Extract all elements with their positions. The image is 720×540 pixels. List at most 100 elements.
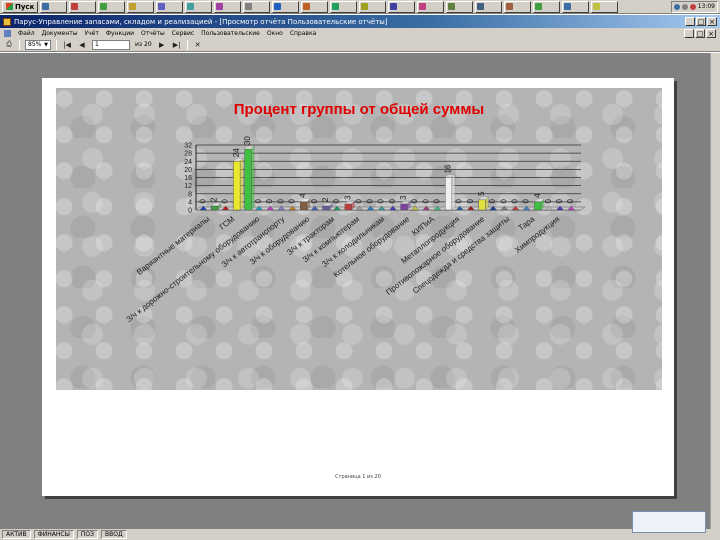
- close-button[interactable]: ×: [707, 17, 717, 26]
- taskbar-button[interactable]: [417, 0, 445, 13]
- app-icon: [477, 3, 485, 10]
- page-footer: Страница 1 из 20: [335, 474, 381, 480]
- status-cell-input: ВВОД: [101, 530, 127, 539]
- prev-page-button[interactable]: ◀: [77, 40, 87, 50]
- data-label: 3: [399, 195, 408, 200]
- app-icon: [448, 3, 456, 10]
- y-tick-label: 32: [184, 143, 192, 150]
- data-label: 0: [388, 199, 397, 204]
- language-icon[interactable]: [689, 3, 696, 10]
- page-number-input[interactable]: 1: [92, 39, 130, 50]
- y-tick-label: 20: [184, 167, 192, 174]
- taskbar-button[interactable]: [388, 0, 416, 13]
- menu-bar: Файл Документы Учёт Функции Отчёты Серви…: [0, 28, 720, 38]
- y-tick-label: 0: [188, 208, 192, 215]
- mdi-minimize-button[interactable]: _: [684, 28, 694, 38]
- bar: [400, 203, 408, 211]
- data-label: 0: [466, 199, 475, 204]
- app-icon: [593, 3, 601, 10]
- data-label: 0: [488, 199, 497, 204]
- status-cell-mode: АКТИВ: [2, 530, 31, 539]
- start-button-label: Пуск: [15, 2, 35, 11]
- taskbar-button[interactable]: [330, 0, 358, 13]
- taskbar-buttons: [40, 0, 619, 13]
- minimize-button[interactable]: _: [685, 17, 695, 26]
- data-label: 0: [265, 199, 274, 204]
- status-cell-position: ПОЗ: [76, 530, 98, 539]
- vertical-scrollbar[interactable]: [710, 53, 720, 529]
- app-icon: [216, 3, 224, 10]
- toolbar-separator: [186, 39, 188, 50]
- mdi-restore-button[interactable]: □: [695, 28, 705, 38]
- tray-clock[interactable]: 13:09: [698, 3, 715, 10]
- taskbar-button[interactable]: [591, 0, 619, 13]
- app-icon: [71, 3, 79, 10]
- print-icon[interactable]: ⎙: [4, 40, 14, 50]
- data-label: 4: [299, 193, 308, 198]
- taskbar-button[interactable]: [214, 0, 242, 13]
- menu-item-custom[interactable]: Пользовательские: [201, 30, 260, 37]
- next-page-button[interactable]: ▶: [157, 40, 167, 50]
- app-icon: [187, 3, 195, 10]
- data-label: 0: [354, 199, 363, 204]
- taskbar-button[interactable]: [185, 0, 213, 13]
- menu-item-functions[interactable]: Функции: [106, 30, 134, 37]
- data-label: 0: [198, 199, 207, 204]
- app-icon: [361, 3, 369, 10]
- taskbar-button[interactable]: [243, 0, 271, 13]
- window-title-bar[interactable]: Парус-Управление запасами, складом и реа…: [0, 15, 720, 28]
- data-label: 0: [566, 199, 575, 204]
- app-icon[interactable]: [3, 17, 11, 26]
- data-label: 0: [366, 199, 375, 204]
- taskbar-button[interactable]: [475, 0, 503, 13]
- app-icon: [129, 3, 137, 10]
- windows-logo-icon: [6, 3, 13, 10]
- page-total-label: из 20: [135, 41, 152, 48]
- data-label: 3: [343, 195, 352, 200]
- document-icon[interactable]: [4, 29, 11, 37]
- taskbar-button[interactable]: [272, 0, 300, 13]
- taskbar-button[interactable]: [562, 0, 590, 13]
- taskbar-button[interactable]: [533, 0, 561, 13]
- notification-popup[interactable]: [632, 511, 706, 533]
- taskbar-button[interactable]: [504, 0, 532, 13]
- start-button[interactable]: Пуск: [2, 0, 39, 13]
- mdi-close-button[interactable]: ×: [706, 28, 716, 38]
- menu-item-accounting[interactable]: Учёт: [84, 30, 98, 37]
- taskbar-button[interactable]: [359, 0, 387, 13]
- taskbar-button[interactable]: [69, 0, 97, 13]
- data-label: 0: [221, 199, 230, 204]
- taskbar-button[interactable]: [127, 0, 155, 13]
- app-icon: [419, 3, 427, 10]
- app-icon: [564, 3, 572, 10]
- taskbar-button[interactable]: [446, 0, 474, 13]
- first-page-button[interactable]: |◀: [62, 40, 72, 50]
- bar: [344, 203, 352, 211]
- app-icon: [100, 3, 108, 10]
- close-preview-button[interactable]: ✕: [193, 40, 203, 50]
- menu-item-help[interactable]: Справка: [290, 30, 316, 37]
- volume-icon[interactable]: [681, 3, 688, 10]
- category-label: Химпродукция: [513, 214, 561, 254]
- taskbar-button[interactable]: [156, 0, 184, 13]
- menu-item-service[interactable]: Сервис: [172, 30, 194, 37]
- y-tick-label: 4: [188, 199, 192, 206]
- network-icon[interactable]: [673, 3, 680, 10]
- menu-item-reports[interactable]: Отчёты: [141, 30, 165, 37]
- app-icon: [42, 3, 50, 10]
- last-page-button[interactable]: ▶|: [172, 40, 182, 50]
- data-label: 0: [332, 199, 341, 204]
- taskbar-button[interactable]: [98, 0, 126, 13]
- chart-area: Процент группы от общей суммы 0 4 8 12 16 20 24…: [56, 88, 662, 390]
- menu-item-window[interactable]: Окно: [267, 30, 283, 37]
- data-label: 0: [555, 199, 564, 204]
- data-label: 0: [522, 199, 531, 204]
- menu-item-documents[interactable]: Документы: [42, 30, 78, 37]
- taskbar-button[interactable]: [301, 0, 329, 13]
- data-label: 4: [533, 193, 542, 198]
- zoom-select[interactable]: 85% ▼: [25, 39, 51, 50]
- menu-item-file[interactable]: Файл: [18, 30, 35, 37]
- app-icon: [535, 3, 543, 10]
- maximize-button[interactable]: □: [696, 17, 706, 26]
- taskbar-button[interactable]: [40, 0, 68, 13]
